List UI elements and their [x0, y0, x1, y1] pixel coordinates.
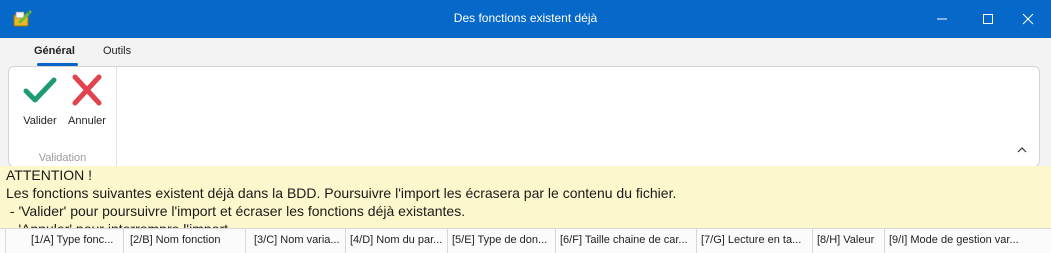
chevron-up-icon — [1017, 147, 1027, 153]
check-icon — [23, 77, 57, 103]
tab-general[interactable]: Général — [34, 45, 75, 57]
collapse-ribbon-button[interactable] — [1015, 143, 1029, 157]
column-header[interactable]: [2/B] Nom fonction — [126, 229, 246, 253]
validate-label: Valider — [23, 115, 57, 127]
column-header[interactable]: [8/H] Valeur — [813, 229, 885, 253]
cancel-label: Annuler — [68, 115, 106, 127]
minimize-icon — [937, 18, 947, 20]
table-header: [1/A] Type fonc... [2/B] Nom fonction [3… — [0, 228, 1051, 253]
window-title: Des fonctions existent déjà — [453, 11, 598, 25]
column-header[interactable]: [7/G] Lecture en ta... — [697, 229, 813, 253]
cancel-button[interactable]: Annuler — [65, 71, 109, 131]
maximize-icon — [983, 14, 993, 24]
validate-button[interactable]: Valider — [18, 71, 62, 131]
row-header-corner — [0, 229, 6, 253]
column-header[interactable]: [5/E] Type de don... — [448, 229, 556, 253]
ribbon-group-label: Validation — [38, 152, 87, 164]
column-header[interactable]: [1/A] Type fonc... — [27, 229, 124, 253]
message-line: Les fonctions suivantes existent déjà da… — [6, 185, 677, 201]
message-line: - 'Valider' pour poursuivre l'import et … — [6, 203, 466, 219]
tab-outils[interactable]: Outils — [103, 45, 131, 57]
ribbon-group-separator — [116, 67, 117, 166]
warning-message: ATTENTION ! Les fonctions suivantes exis… — [0, 166, 1051, 228]
ribbon-tabs: Général Outils — [0, 38, 1051, 66]
message-line: ATTENTION ! — [6, 167, 93, 183]
column-header[interactable]: [3/C] Nom varia... — [250, 229, 346, 253]
title-bar: Des fonctions existent déjà — [0, 0, 1051, 38]
close-button[interactable] — [1005, 0, 1051, 38]
column-header[interactable]: [6/F] Taille chaine de car... — [556, 229, 697, 253]
close-icon — [1022, 13, 1034, 25]
ribbon-panel: Valider Annuler Validation — [8, 66, 1040, 167]
minimize-button[interactable] — [919, 0, 965, 38]
column-header[interactable]: [9/I] Mode de gestion var... — [885, 229, 1051, 253]
message-line: - 'Annuler' pour interrompre l'import. — [6, 220, 1051, 228]
column-header[interactable]: [4/D] Nom du par... — [346, 229, 448, 253]
cross-icon — [72, 74, 102, 106]
